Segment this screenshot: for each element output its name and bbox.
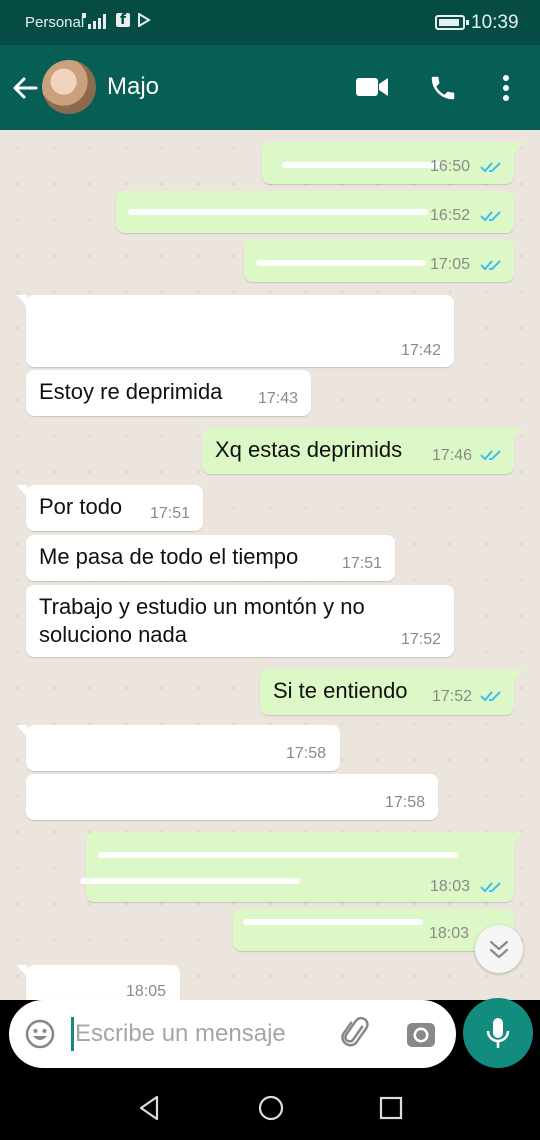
message-text: Me pasa de todo el tiempo (39, 544, 299, 569)
message-time: 17:05 (430, 256, 471, 273)
message-time: 17:58 (286, 745, 327, 762)
message-time: 16:52 (430, 207, 471, 224)
message-time: 16:50 (430, 158, 471, 175)
redaction-mark (36, 739, 276, 745)
redaction-mark (243, 919, 423, 925)
message-time: 17:42 (401, 342, 442, 359)
redaction-mark (40, 979, 130, 985)
message-text: Estoy re deprimida (39, 379, 223, 404)
message-bubble-outgoing[interactable]: Xq estas deprimids 17:46 (202, 428, 523, 474)
system-nav-bar (0, 1075, 540, 1140)
emoji-icon[interactable] (24, 1018, 56, 1050)
contact-name[interactable]: Majo (107, 73, 159, 101)
redaction-mark (38, 313, 368, 319)
message-time: 18:03 (429, 925, 470, 942)
status-clock: 10:39 (471, 12, 519, 33)
double-check-icon (480, 211, 501, 222)
message-bubble-incoming[interactable]: 17:58 (26, 774, 438, 820)
double-check-icon (480, 450, 501, 461)
message-time: 17:51 (342, 555, 383, 572)
message-text: Trabajo y estudio un montón y no solucio… (39, 594, 365, 647)
double-check-icon (480, 882, 501, 893)
message-text: Xq estas deprimids (215, 437, 403, 462)
redaction-mark (128, 209, 428, 215)
redaction-mark (36, 788, 366, 794)
nav-back-icon[interactable] (135, 1093, 165, 1123)
double-check-icon (480, 691, 501, 702)
contact-avatar[interactable] (42, 60, 96, 114)
message-bubble-outgoing[interactable]: 18:03 (233, 909, 514, 951)
message-bubble-incoming[interactable]: 17:58 (17, 725, 340, 771)
message-bubble-outgoing[interactable]: 16:52 (116, 191, 514, 233)
microphone-button[interactable] (463, 998, 533, 1068)
message-time: 17:58 (385, 794, 426, 811)
facebook-icon: f (116, 12, 130, 28)
message-time: 17:52 (401, 631, 442, 648)
phone-icon[interactable] (428, 73, 458, 103)
microphone-icon (486, 1018, 510, 1048)
signal-icon (82, 13, 106, 29)
message-input[interactable] (75, 1016, 325, 1052)
text-caret (71, 1017, 74, 1051)
message-bubble-incoming[interactable]: 18:05 (17, 965, 180, 1000)
message-time: 17:51 (150, 505, 191, 522)
redaction-mark (256, 260, 426, 266)
scroll-to-bottom-button[interactable] (475, 925, 523, 973)
message-bubble-incoming[interactable]: 17:42 (17, 295, 454, 367)
message-bubble-outgoing[interactable]: 18:03 (80, 832, 523, 902)
message-time: 18:05 (126, 983, 167, 1000)
message-bubble-incoming[interactable]: Trabajo y estudio un montón y no solucio… (26, 585, 454, 657)
nav-recents-icon[interactable] (376, 1093, 406, 1123)
redaction-mark (282, 162, 442, 168)
message-bubble-outgoing[interactable]: 17:05 (244, 240, 514, 282)
message-time: 18:03 (430, 878, 471, 895)
redaction-mark (98, 852, 458, 858)
battery-icon (435, 15, 469, 30)
camera-icon[interactable] (405, 1018, 437, 1050)
message-bubble-outgoing[interactable]: Si te entiendo 17:52 (260, 669, 523, 715)
message-bubble-incoming[interactable]: Estoy re deprimida 17:43 (26, 370, 311, 416)
double-chevron-down-icon (489, 940, 509, 959)
message-time: 17:52 (432, 688, 473, 705)
message-time: 17:43 (258, 390, 299, 407)
message-composer (9, 1000, 456, 1068)
message-list[interactable]: 16:50 16:52 17:05 17:42 Estoy re deprimi… (0, 130, 540, 1000)
redaction-mark (80, 878, 300, 884)
carrier-label: Personal (25, 14, 85, 31)
message-bubble-incoming[interactable]: Por todo 17:51 (17, 485, 203, 531)
double-check-icon (480, 260, 501, 271)
message-text: Si te entiendo (273, 678, 408, 703)
message-time: 17:46 (432, 447, 473, 464)
video-camera-icon[interactable] (355, 75, 389, 99)
double-check-icon (480, 162, 501, 173)
more-vert-icon[interactable] (498, 73, 514, 103)
message-text: Por todo (39, 494, 123, 519)
arrow-left-icon[interactable] (10, 73, 40, 103)
play-store-icon (138, 13, 151, 27)
chat-header: Majo (0, 45, 540, 130)
nav-home-icon[interactable] (256, 1093, 286, 1123)
paperclip-icon[interactable] (339, 1016, 373, 1050)
status-bar: Personal f 10:39 (0, 0, 540, 45)
message-bubble-outgoing[interactable]: 16:50 (262, 142, 523, 184)
message-bubble-incoming[interactable]: Me pasa de todo el tiempo 17:51 (26, 535, 395, 581)
